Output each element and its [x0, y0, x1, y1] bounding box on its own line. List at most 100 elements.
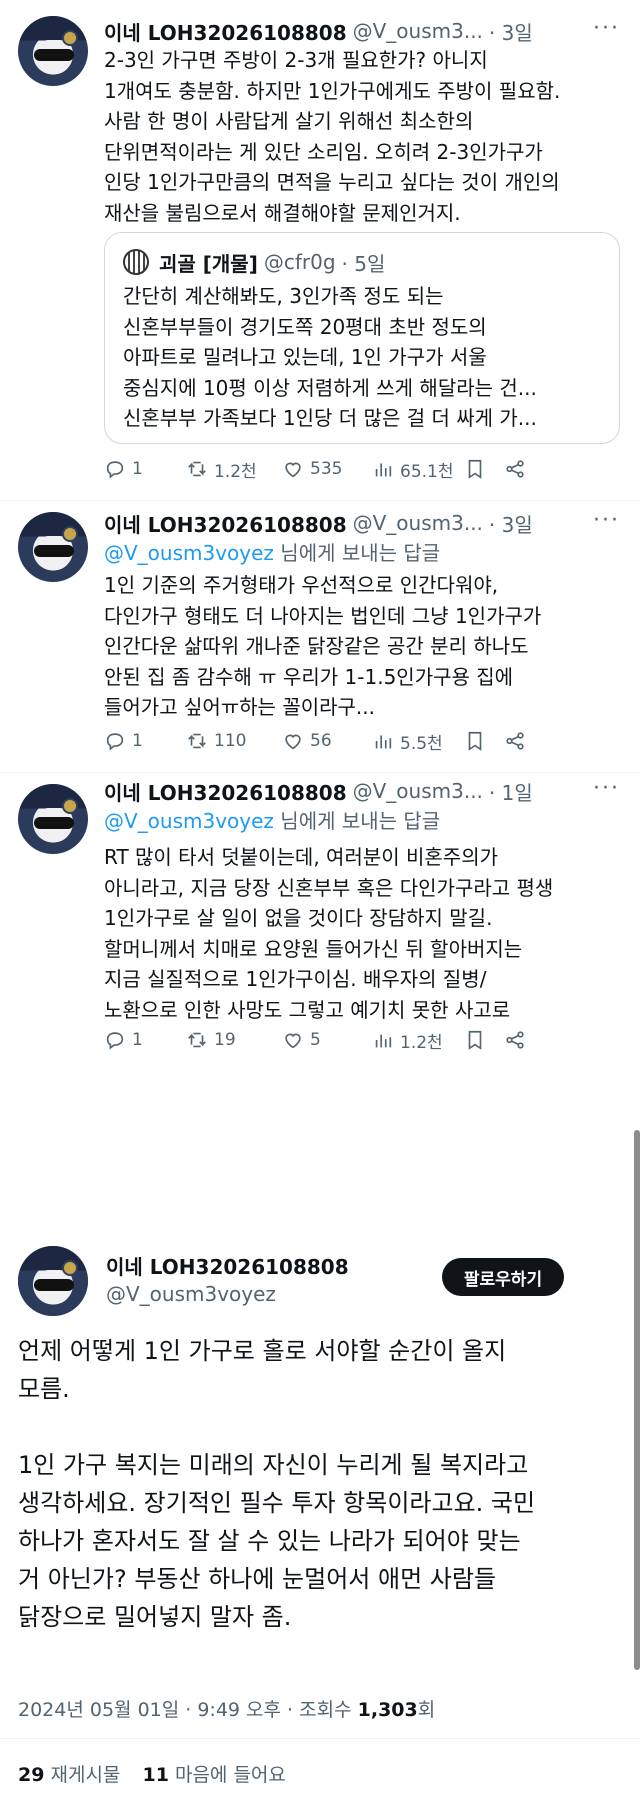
bookmark-button[interactable] — [464, 1026, 492, 1054]
tweet-header: 이네 LOH32026108808 @V_ousm3... · 3일 ··· — [104, 16, 620, 46]
reply-context: @V_ousm3voyez 님에게 보내는 답글 — [104, 806, 624, 837]
text-line: 사람 한 명이 사람답게 살기 위해선 최소한의 — [104, 109, 474, 133]
bookmark-button[interactable] — [464, 727, 492, 755]
text-line: 안된 집 좀 감수해 ㅠ 우리가 1-1.5인가구용 집에 — [104, 664, 514, 689]
text-line: 2-3인 가구면 주방이 2-3개 필요한가? 아니지 — [104, 48, 488, 72]
author-handle[interactable]: @V_ousm3... — [353, 511, 483, 535]
views-button[interactable]: 5.5천 — [372, 727, 443, 755]
reply-label: 님에게 보내는 답글 — [273, 809, 441, 833]
retweet-stat[interactable]: 29 재게시물 — [18, 1764, 120, 1786]
tweet-1[interactable]: 이네 LOH32026108808 @V_ousm3... · 3일 ··· 2… — [0, 0, 640, 510]
like-stat[interactable]: 11 마음에 들어요 — [142, 1764, 285, 1786]
reply-button[interactable]: 1 — [104, 455, 143, 483]
author-name[interactable]: 이네 LOH32026108808 — [104, 509, 347, 538]
like-button[interactable]: 5 — [282, 1026, 321, 1054]
text-line: 인당 1인가구만큼의 면적을 누리고 싶다는 것이 개인의 — [104, 170, 560, 194]
bookmark-button[interactable] — [464, 455, 492, 483]
author-handle[interactable]: @V_ousm3... — [353, 19, 483, 43]
tweet-text: RT 많이 타서 덧붙이는데, 여러분이 비혼주의가 아니라고, 지금 당장 신… — [104, 842, 624, 1025]
text-line: 중심지에 10평 이상 저렴하게 쓰게 해달라는 건... — [123, 375, 537, 400]
bookmark-icon — [468, 1030, 482, 1050]
avatar[interactable] — [18, 16, 88, 86]
avatar[interactable] — [18, 784, 88, 854]
quote-header: 괴골 [개물] @cfr0g · 5일 — [123, 247, 385, 277]
author-handle[interactable]: @V_ousm3... — [353, 779, 483, 803]
share-button[interactable] — [504, 1026, 532, 1054]
reply-mention-link[interactable]: @V_ousm3voyez — [104, 809, 274, 833]
follow-button[interactable]: 팔로우하기 — [442, 1258, 564, 1296]
text-line: 하나가 혼자서도 잘 살 수 있는 나라가 되어야 맞는 — [18, 1527, 521, 1555]
divider — [0, 1738, 640, 1739]
reply-button[interactable]: 1 — [104, 1026, 143, 1054]
retweet-button[interactable]: 110 — [186, 727, 246, 755]
like-icon — [285, 462, 301, 478]
main-author-handle[interactable]: @V_ousm3voyez — [106, 1282, 276, 1306]
quoted-tweet[interactable]: 괴골 [개물] @cfr0g · 5일 간단히 계산해봐도, 3인가족 정도 되… — [104, 232, 620, 444]
scrollbar[interactable] — [634, 1130, 640, 1670]
tweet-time[interactable]: · 3일 — [489, 17, 533, 46]
reply-button[interactable]: 1 — [104, 727, 143, 755]
like-count: 5 — [310, 1030, 321, 1050]
tweet-time[interactable]: · 1일 — [489, 777, 533, 806]
view-suffix: 회 — [417, 1699, 436, 1721]
text-line: 신혼부부 가족보다 1인당 더 많은 걸 더 싸게 가... — [123, 406, 537, 430]
views-button[interactable]: 65.1천 — [372, 455, 454, 483]
retweet-total: 29 — [18, 1764, 45, 1786]
more-options-icon[interactable]: ··· — [593, 16, 620, 41]
text-line: 간단히 계산해봐도, 3인가족 정도 되는 — [123, 284, 444, 308]
retweet-count: 1.2천 — [214, 461, 257, 482]
author-name[interactable]: 이네 LOH32026108808 — [104, 17, 347, 46]
retweet-stat-label: 재게시물 — [44, 1764, 121, 1786]
bookmark-icon — [468, 459, 482, 479]
retweet-count: 19 — [214, 1030, 236, 1050]
like-button[interactable]: 56 — [282, 727, 332, 755]
timestamp[interactable]: 2024년 05월 01일 · 9:49 오후 · 조회수 — [18, 1699, 358, 1721]
reply-context: @V_ousm3voyez 님에게 보내는 답글 — [104, 538, 624, 569]
reply-count: 1 — [132, 731, 143, 751]
text-line: 노환으로 인한 사망도 그렇고 예기치 못한 사고로 — [104, 997, 511, 1022]
like-total: 11 — [142, 1764, 169, 1786]
like-icon — [285, 1033, 301, 1049]
views-count: 5.5천 — [400, 733, 443, 754]
tweet-header: 이네 LOH32026108808 @V_ousm3... · 1일 ··· — [104, 776, 620, 806]
like-stat-label: 마음에 들어요 — [168, 1764, 286, 1786]
quote-author-handle: @cfr0g — [263, 250, 336, 274]
more-options-icon[interactable]: ··· — [593, 776, 620, 801]
action-bar: 1 110 56 5.5천 — [104, 727, 604, 755]
share-icon — [506, 1031, 524, 1049]
bookmark-icon — [468, 731, 482, 751]
tweet-2[interactable]: 이네 LOH32026108808 @V_ousm3... · 3일 ··· @… — [0, 500, 640, 775]
reply-mention-link[interactable]: @V_ousm3voyez — [104, 541, 274, 565]
quote-time: · 5일 — [341, 251, 386, 276]
main-tweet-text: 언제 어떻게 1인 가구로 홀로 서야할 순간이 올지 모름. 1인 가구 복지… — [18, 1332, 618, 1636]
text-line: RT 많이 타서 덧붙이는데, 여러분이 비혼주의가 — [104, 845, 499, 869]
reply-icon — [106, 1032, 124, 1050]
main-avatar[interactable] — [18, 1246, 88, 1316]
author-name[interactable]: 이네 LOH32026108808 — [104, 777, 347, 806]
text-line: 다인가구 형태도 더 나아지는 법인데 그냥 1인가구가 — [104, 603, 542, 628]
retweet-button[interactable]: 19 — [186, 1026, 236, 1054]
like-button[interactable]: 535 — [282, 455, 342, 483]
share-button[interactable] — [504, 727, 532, 755]
engagement-stats: 29 재게시물 11 마음에 들어요 — [18, 1760, 286, 1787]
text-line: 지금 실질적으로 1인가구이심. 배우자의 질병/ — [104, 967, 487, 991]
more-options-icon[interactable]: ··· — [593, 508, 620, 533]
main-author-name[interactable]: 이네 LOH32026108808 — [106, 1251, 349, 1280]
share-button[interactable] — [504, 455, 532, 483]
text-line: 생각하세요. 장기적인 필수 투자 항목이라고요. 국민 — [18, 1489, 536, 1517]
tweet-time[interactable]: · 3일 — [489, 509, 533, 538]
avatar[interactable] — [18, 512, 88, 582]
text-line: 1인가구로 살 일이 없을 것이다 장담하지 말길. — [104, 906, 493, 930]
views-button[interactable]: 1.2천 — [372, 1026, 443, 1054]
text-line — [18, 1408, 618, 1446]
quote-text: 간단히 계산해봐도, 3인가족 정도 되는 신혼부부들이 경기도쪽 20평대 초… — [123, 281, 603, 434]
quote-avatar — [123, 249, 149, 275]
views-count: 65.1천 — [400, 461, 454, 482]
tweet-3[interactable]: 이네 LOH32026108808 @V_ousm3... · 1일 ··· @… — [0, 772, 640, 1072]
views-icon — [375, 1034, 392, 1048]
text-line: 1인 가구 복지는 미래의 자신이 누리게 될 복지라고 — [18, 1451, 529, 1479]
reply-count: 1 — [132, 459, 143, 479]
like-count: 535 — [310, 459, 343, 479]
text-line: 신혼부부들이 경기도쪽 20평대 초반 정도의 — [123, 314, 487, 339]
retweet-button[interactable]: 1.2천 — [186, 455, 257, 483]
